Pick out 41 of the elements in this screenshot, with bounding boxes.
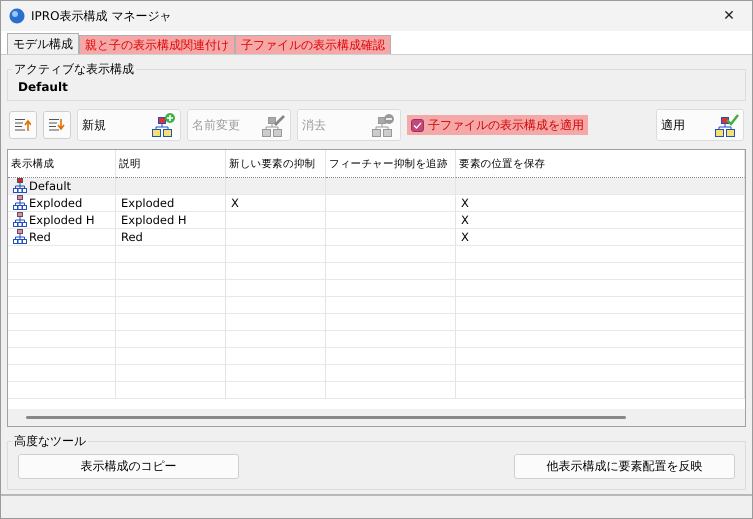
apply-button[interactable]: 適用 [656,109,744,141]
sort-up-button[interactable] [9,111,37,139]
toolbar-button[interactable]: 新規 [77,109,181,141]
check-hierarchy-icon [715,113,739,137]
edit-hierarchy-icon [262,113,286,137]
active-configuration-name: Default [18,80,68,94]
cell-text: Exploded [121,196,174,210]
scrollbar-thumb[interactable] [26,416,626,419]
checkbox-label: 子ファイルの表示構成を適用 [428,116,584,134]
cell-text: Exploded H [29,213,95,227]
tool-button[interactable]: 他表示構成に要素配置を反映 [514,454,735,479]
cell-text: X [461,230,469,244]
cell-text: X [461,196,469,210]
app-icon [9,8,25,24]
sort-down-icon [49,118,65,132]
cell-text: Red [121,230,143,244]
table-cell[interactable]: Exploded H [8,212,116,229]
hierarchy-icon [13,195,27,211]
cell-text: X [231,196,239,210]
tool-button[interactable]: 表示構成のコピー [18,454,239,479]
sort-down-button[interactable] [43,111,71,139]
hierarchy-icon [13,178,27,194]
close-button[interactable]: ✕ [714,3,744,29]
checkbox[interactable] [411,118,424,132]
table-cell[interactable]: Default [8,178,116,195]
group-title: 高度なツール [13,433,87,450]
table-cell[interactable]: Exploded [8,195,116,212]
group-title: アクティブな表示構成 [13,61,135,78]
window-title: IPRO表示構成 マネージャ [31,8,172,24]
table-cell[interactable]: Red [8,229,116,246]
add-hierarchy-icon [152,113,176,137]
remove-hierarchy-icon [372,113,396,137]
hierarchy-icon [13,229,27,245]
cell-text: X [461,213,469,227]
tab[interactable]: モデル構成 [7,33,79,54]
hierarchy-icon [13,212,27,228]
cell-text: Default [29,179,72,193]
cell-text: Exploded H [121,213,187,227]
cell-text: Exploded [29,196,82,210]
sort-up-icon [15,118,31,132]
cell-text: Red [29,230,51,244]
